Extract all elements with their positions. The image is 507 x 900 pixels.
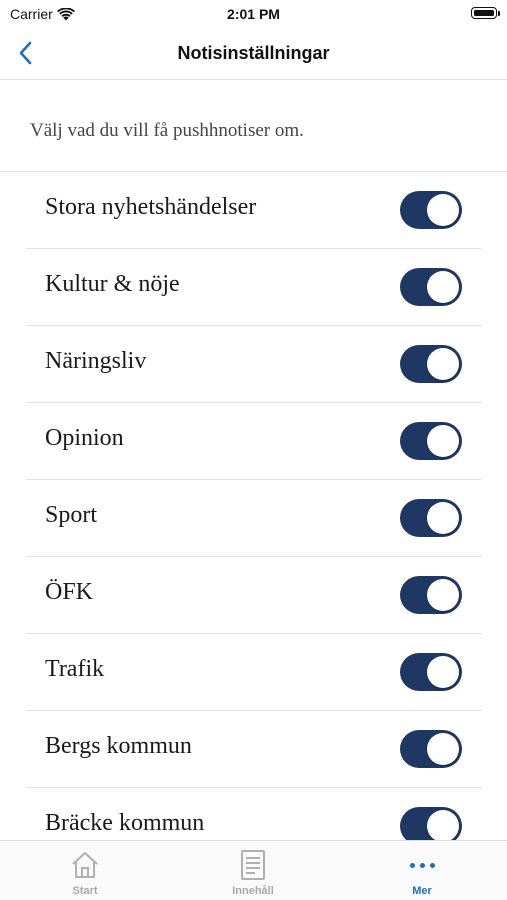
setting-row-stora-nyhetshandelser: Stora nyhetshändelser bbox=[26, 172, 482, 249]
setting-label: Trafik bbox=[45, 656, 105, 682]
setting-row-naringsliv: Näringsliv bbox=[26, 326, 482, 403]
toggle-knob bbox=[427, 656, 459, 688]
toggle-knob bbox=[427, 502, 459, 534]
setting-toggle[interactable] bbox=[400, 422, 462, 460]
toggle-knob bbox=[427, 348, 459, 380]
page-title: Notisinställningar bbox=[177, 43, 330, 63]
toggle-knob bbox=[427, 810, 459, 840]
setting-row-sport: Sport bbox=[26, 480, 482, 557]
battery-tip bbox=[498, 11, 500, 16]
setting-toggle[interactable] bbox=[400, 807, 462, 840]
setting-toggle[interactable] bbox=[400, 653, 462, 691]
setting-label: Stora nyhetshändelser bbox=[45, 194, 257, 220]
more-dots-icon bbox=[362, 849, 482, 881]
setting-toggle[interactable] bbox=[400, 345, 462, 383]
status-bar: Carrier 2:01 PM bbox=[0, 0, 507, 30]
setting-toggle[interactable] bbox=[400, 499, 462, 537]
tab-start[interactable]: Start bbox=[25, 845, 145, 899]
tab-mer[interactable]: Mer bbox=[362, 845, 482, 899]
setting-toggle[interactable] bbox=[400, 576, 462, 614]
toggle-knob bbox=[427, 579, 459, 611]
setting-label: Opinion bbox=[45, 425, 124, 451]
tab-label: Mer bbox=[412, 885, 432, 897]
status-time: 2:01 PM bbox=[227, 6, 280, 22]
setting-label: Sport bbox=[45, 502, 98, 528]
battery-icon bbox=[471, 7, 497, 19]
toggle-knob bbox=[427, 733, 459, 765]
setting-row-bracke-kommun: Bräcke kommun bbox=[26, 788, 482, 840]
navigation-bar: Notisinställningar bbox=[0, 30, 507, 80]
toggle-knob bbox=[427, 194, 459, 226]
document-icon bbox=[193, 849, 313, 881]
intro-text: Välj vad du vill få pushhnotiser om. bbox=[30, 120, 304, 141]
intro-section: Välj vad du vill få pushhnotiser om. bbox=[0, 80, 507, 172]
tab-label: Innehåll bbox=[232, 885, 274, 897]
setting-label: Kultur & nöje bbox=[45, 271, 180, 297]
tab-label: Start bbox=[72, 885, 98, 897]
setting-toggle[interactable] bbox=[400, 730, 462, 768]
toggle-knob bbox=[427, 271, 459, 303]
setting-row-trafik: Trafik bbox=[26, 634, 482, 711]
setting-row-kultur-noje: Kultur & nöje bbox=[26, 249, 482, 326]
setting-label: Bräcke kommun bbox=[45, 810, 205, 836]
home-icon bbox=[25, 849, 145, 881]
setting-label: ÖFK bbox=[45, 579, 94, 605]
setting-row-ofk: ÖFK bbox=[26, 557, 482, 634]
setting-toggle[interactable] bbox=[400, 191, 462, 229]
setting-row-opinion: Opinion bbox=[26, 403, 482, 480]
tab-bar: Start Innehåll Mer bbox=[0, 840, 507, 900]
setting-toggle[interactable] bbox=[400, 268, 462, 306]
tab-innehall[interactable]: Innehåll bbox=[193, 845, 313, 899]
notification-settings-list: Stora nyhetshändelser Kultur & nöje Näri… bbox=[0, 172, 507, 840]
setting-label: Bergs kommun bbox=[45, 733, 192, 759]
toggle-knob bbox=[427, 425, 459, 457]
setting-label: Näringsliv bbox=[45, 348, 147, 374]
setting-row-bergs-kommun: Bergs kommun bbox=[26, 711, 482, 788]
